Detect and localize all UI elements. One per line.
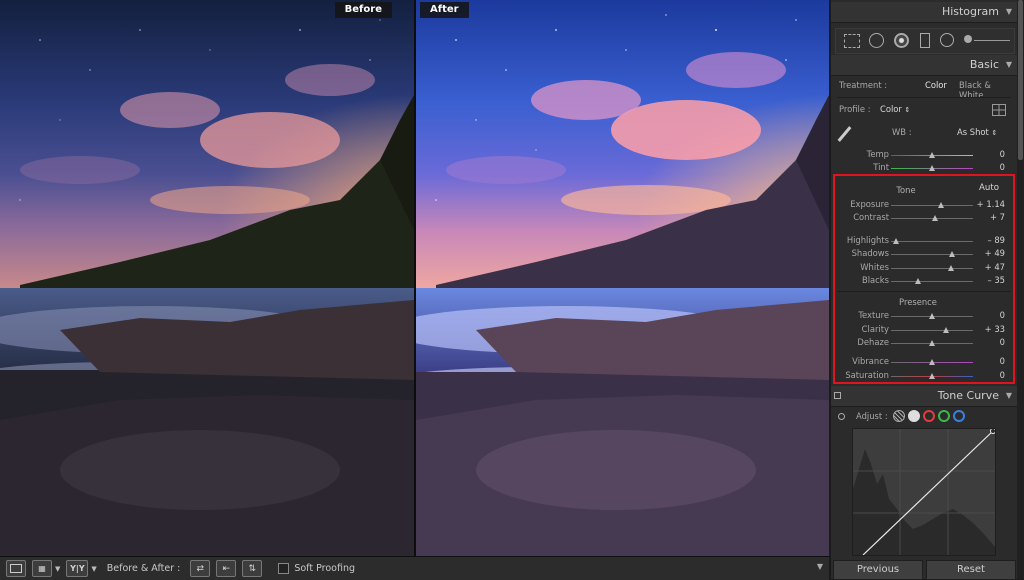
grid-view-button[interactable]: ▦ — [32, 560, 52, 577]
scrollbar-thumb[interactable] — [1018, 0, 1023, 160]
point-curve-red-icon[interactable] — [923, 410, 935, 422]
adjust-label: Adjust : — [856, 411, 888, 421]
before-after-dropdown-arrow[interactable]: ▼ — [91, 565, 96, 573]
grid-icon: ▦ — [38, 564, 46, 573]
soft-proofing-label: Soft Proofing — [294, 563, 356, 574]
wb-label: WB : — [892, 127, 912, 137]
parametric-curve-icon[interactable] — [893, 410, 905, 422]
view-mode-dropdown-arrow[interactable]: ▼ — [55, 565, 60, 573]
crop-overlay-icon[interactable] — [844, 34, 860, 48]
graduated-filter-icon[interactable] — [920, 33, 930, 48]
before-photo-image — [0, 0, 414, 556]
tool-strip — [835, 28, 1015, 54]
profile-label: Profile : — [839, 104, 871, 114]
temp-slider-knob[interactable] — [929, 152, 935, 158]
after-label: After — [420, 2, 469, 18]
updown-icon: ⇕ — [991, 129, 998, 137]
profile-row: Profile : Color ⇕ — [831, 104, 1017, 116]
temp-row: Temp 0 — [831, 149, 1017, 161]
tone-curve-collapse-icon: ▼ — [1005, 391, 1012, 400]
temp-value[interactable]: 0 — [1000, 149, 1005, 159]
histogram-header[interactable]: Histogram ▼ — [831, 2, 1017, 23]
histogram-collapse-icon: ▼ — [1005, 7, 1012, 16]
point-curve-green-icon[interactable] — [938, 410, 950, 422]
before-after-mode-button[interactable]: Y|Y — [66, 560, 89, 577]
basic-header[interactable]: Basic ▼ — [831, 55, 1017, 76]
basic-title: Basic — [969, 58, 999, 71]
target-adjust-icon[interactable] — [838, 413, 845, 420]
tint-slider-knob[interactable] — [929, 165, 935, 171]
swap-vertical-icon: ⇅ — [248, 563, 257, 574]
arrow-left-icon: ⇤ — [222, 563, 231, 574]
swap-before-after-button[interactable]: ⇅ — [242, 560, 263, 577]
wb-value: As Shot — [957, 127, 989, 137]
wb-eyedropper-icon[interactable] — [837, 126, 852, 142]
profile-value: Color — [880, 104, 902, 114]
before-photo[interactable]: Before — [0, 0, 414, 556]
copy-before-to-after-button[interactable]: ⇄ — [190, 560, 211, 577]
point-curve-blue-icon[interactable] — [953, 410, 965, 422]
image-work-area: Before After — [0, 0, 829, 556]
panel-switch-icon[interactable] — [834, 392, 841, 399]
basic-collapse-icon: ▼ — [1005, 60, 1012, 69]
tone-curve-histogram — [853, 428, 996, 556]
tint-value[interactable]: 0 — [1000, 162, 1005, 172]
soft-proofing-checkbox[interactable] — [278, 563, 290, 574]
reset-button[interactable]: Reset — [926, 560, 1016, 580]
wb-row: WB : As Shot ⇕ — [831, 126, 1017, 142]
radial-filter-icon[interactable] — [940, 33, 954, 47]
treatment-label: Treatment : — [839, 80, 888, 90]
after-photo[interactable]: After — [416, 0, 829, 556]
profile-dropdown[interactable]: Color ⇕ — [880, 104, 910, 114]
tone-curve-header[interactable]: Tone Curve ▼ — [831, 386, 1017, 407]
swap-arrows-icon: ⇄ — [196, 563, 205, 574]
loupe-icon — [10, 564, 22, 573]
copy-after-to-before-button[interactable]: ⇤ — [216, 560, 237, 577]
before-label: Before — [334, 2, 392, 18]
updown-icon: ⇕ — [904, 106, 911, 114]
histogram-title: Histogram — [941, 5, 999, 18]
bottom-toolbar: ▦ ▼ Y|Y ▼ Before & After : ⇄ ⇤ ⇅ Soft Pr… — [0, 556, 829, 580]
temp-label: Temp — [866, 149, 889, 159]
treatment-row: Treatment : Color Black & White — [831, 80, 1017, 100]
red-eye-icon[interactable] — [894, 33, 909, 48]
brush-size-slider[interactable] — [974, 40, 1010, 41]
spot-removal-icon[interactable] — [869, 33, 884, 48]
before-after-label: Before & After : — [106, 563, 181, 574]
previous-button[interactable]: Previous — [833, 560, 923, 580]
panel-bottom-buttons: Previous Reset — [831, 560, 1017, 580]
after-photo-image — [416, 0, 829, 556]
wb-dropdown[interactable]: As Shot ⇕ — [957, 127, 997, 137]
point-curve-white-icon[interactable] — [908, 410, 920, 422]
tone-curve-adjust-row: Adjust : — [831, 410, 1017, 424]
loupe-view-button[interactable] — [6, 560, 26, 577]
profile-browser-grid-icon[interactable] — [992, 104, 1006, 116]
adjustment-brush-icon[interactable] — [964, 35, 972, 43]
tint-label: Tint — [873, 162, 889, 172]
tone-presence-highlight — [833, 174, 1015, 384]
before-after-split-icon: Y|Y — [70, 564, 85, 573]
separator — [837, 97, 1011, 98]
panel-scrollbar[interactable] — [1017, 0, 1024, 579]
toolbar-menu-arrow[interactable]: ▼ — [817, 562, 823, 571]
tint-row: Tint 0 — [831, 162, 1017, 174]
treatment-color-option[interactable]: Color — [925, 80, 947, 90]
tone-curve-graph[interactable] — [852, 428, 996, 556]
tone-curve-title: Tone Curve — [937, 389, 999, 402]
